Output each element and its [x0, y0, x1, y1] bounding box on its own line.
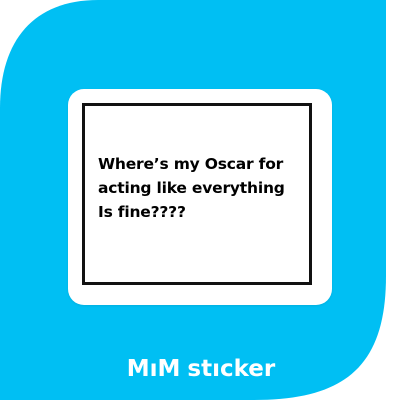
sticker-text: Where’s my Oscar for acting like everyth… [98, 152, 308, 224]
sticker-border-frame: Where’s my Oscar for acting like everyth… [82, 103, 312, 285]
sticker-card: Where’s my Oscar for acting like everyth… [68, 89, 332, 305]
sticker-text-line-2: acting like everything [98, 179, 285, 197]
sticker-text-line-3: Is fine???? [98, 203, 186, 221]
brand-logo-word: stıcker [187, 355, 276, 382]
brand-logo-mark: MıM [126, 355, 181, 382]
brand-logo: MıM stıcker [101, 356, 301, 382]
sticker-mockup: Where’s my Oscar for acting like everyth… [0, 0, 400, 400]
sticker-text-line-1: Where’s my Oscar for [98, 155, 284, 173]
